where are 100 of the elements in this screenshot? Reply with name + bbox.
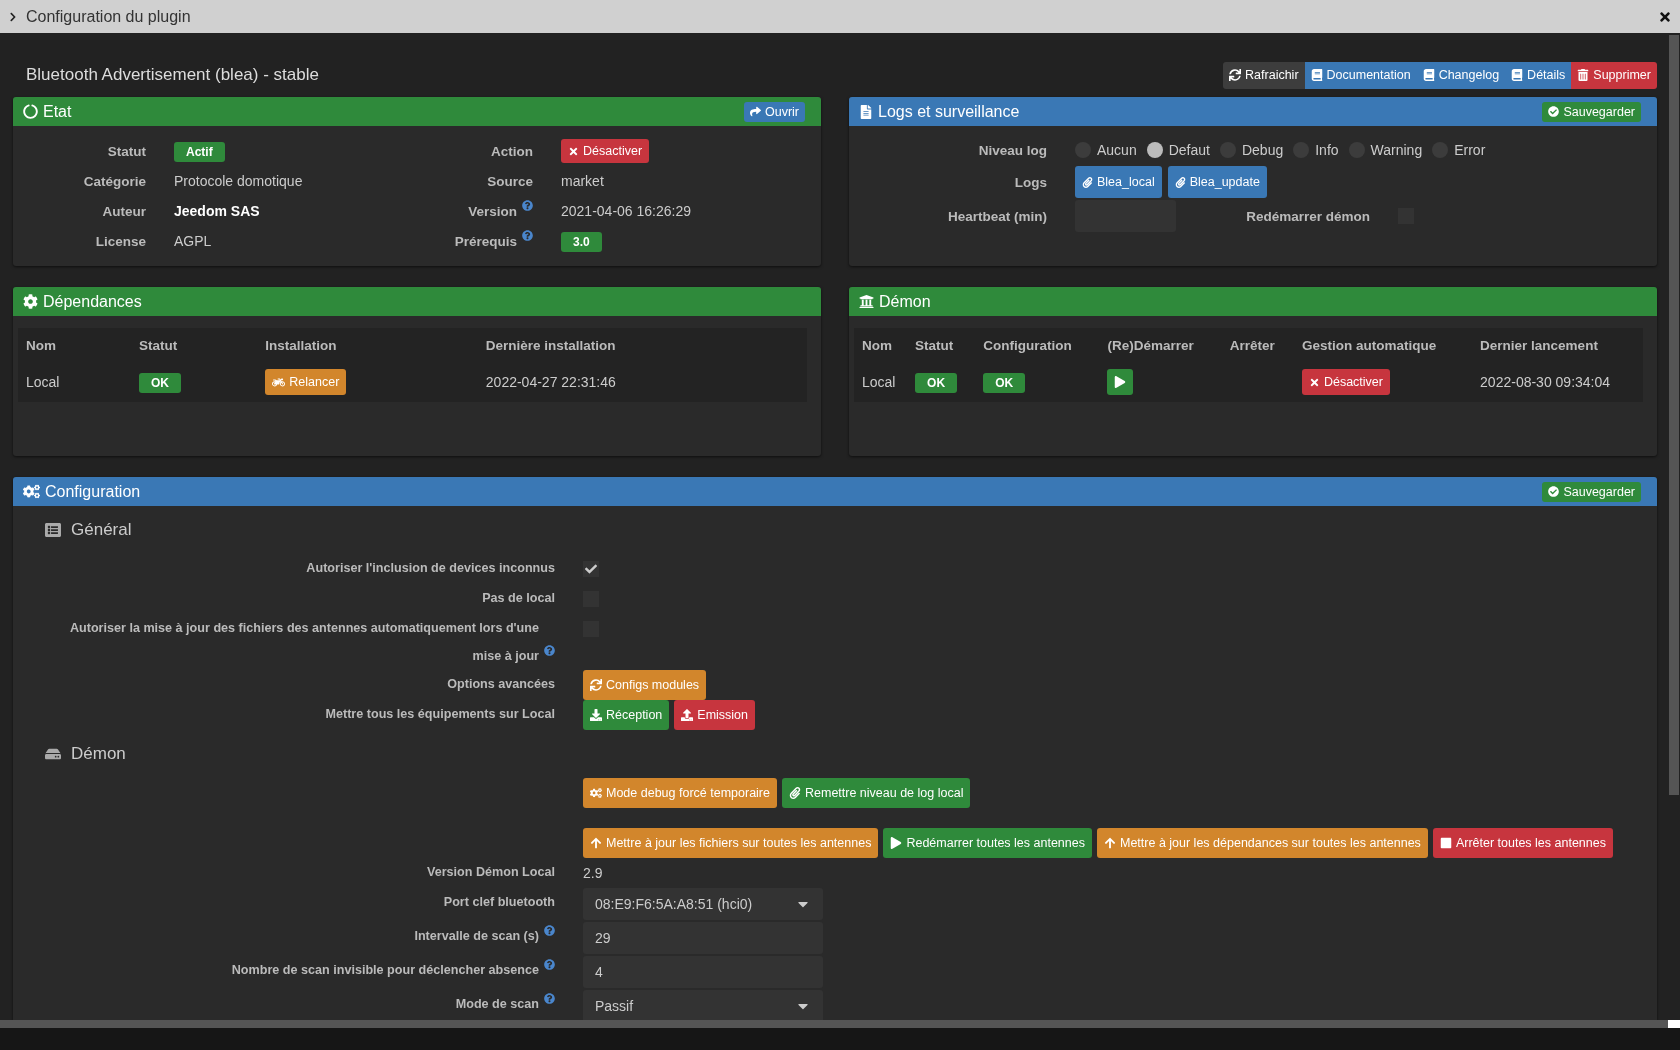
- column-header: Dernier lancement: [1480, 336, 1599, 355]
- book-icon: [1422, 69, 1435, 81]
- close-icon[interactable]: [1658, 9, 1672, 24]
- action-button[interactable]: Arrêter toutes les antennes: [1432, 828, 1613, 858]
- paperclip-icon: [1082, 176, 1093, 188]
- toolbar-button[interactable]: Détails: [1505, 61, 1572, 89]
- column-header: Nom: [18, 328, 139, 362]
- field-label: Pas de local: [482, 590, 555, 607]
- help-icon[interactable]: [522, 199, 533, 211]
- check-icon: [585, 563, 597, 575]
- stop-icon: [1439, 837, 1452, 849]
- field-label: Autoriser l'inclusion de devices inconnus: [306, 560, 555, 577]
- field-label: Action: [491, 143, 533, 159]
- gears-icon: [590, 787, 602, 799]
- field-value: market: [561, 173, 605, 189]
- download-icon: [590, 709, 602, 721]
- field-label: Prérequis: [454, 233, 517, 249]
- toolbar-button[interactable]: Supprimer: [1571, 61, 1657, 89]
- radio-label: Info: [1315, 142, 1339, 158]
- upload-icon: [681, 709, 694, 721]
- field-label: Niveau log: [977, 142, 1047, 158]
- file-icon: [859, 104, 873, 119]
- scrollbar[interactable]: [0, 1020, 1680, 1028]
- table-cell-text: 2022-08-30 09:34:04: [1480, 373, 1612, 392]
- input-field[interactable]: 29: [583, 922, 823, 954]
- field-label: Options avancées: [447, 676, 555, 693]
- panel-title: Configuration: [45, 482, 141, 501]
- drive-icon: [45, 746, 61, 762]
- field-label: Mode de scan: [455, 996, 539, 1013]
- action-button[interactable]: Configs modules: [583, 670, 707, 700]
- panel-title: Dépendances: [43, 292, 142, 311]
- paperclip-icon: [1174, 176, 1186, 188]
- radio-label: Defaut: [1168, 142, 1210, 158]
- log-button[interactable]: Blea_local: [1075, 166, 1162, 198]
- column-header: (Re)Démarrer: [1107, 328, 1230, 362]
- close-icon: [1308, 376, 1320, 388]
- play-icon: [890, 837, 903, 849]
- table-cell: Local: [18, 362, 139, 402]
- relaunch-button[interactable]: Relancer: [265, 369, 347, 395]
- save-button[interactable]: Sauvegarder: [1542, 481, 1641, 502]
- checkbox[interactable]: [583, 561, 599, 577]
- column-header: Statut: [138, 336, 179, 355]
- open-button[interactable]: Ouvrir: [743, 101, 805, 122]
- close-icon: [568, 145, 579, 157]
- field-label: Heartbeat (min): [947, 208, 1047, 224]
- window-title: Configuration du plugin: [26, 7, 192, 26]
- toolbar-button[interactable]: Rafraichir: [1223, 61, 1305, 89]
- column-header: Statut: [915, 328, 984, 362]
- help-icon[interactable]: [544, 925, 555, 936]
- action-button[interactable]: Mettre à jour les dépendances sur toutes les antennes: [1097, 828, 1428, 858]
- building-icon: [859, 294, 874, 309]
- action-button[interactable]: Redémarrer toutes les antennes: [883, 828, 1092, 858]
- radio-label: Aucun: [1097, 142, 1137, 158]
- section-title: Général: [71, 520, 132, 540]
- toolbar-button[interactable]: Changelog: [1416, 61, 1506, 89]
- column-header: Dernière installation: [485, 336, 617, 355]
- action-button[interactable]: Mode debug forcé temporaire: [583, 778, 777, 808]
- toolbar-button[interactable]: Documentation: [1304, 61, 1417, 89]
- action-button[interactable]: Mettre à jour les fichiers sur toutes les antennes: [583, 828, 879, 858]
- help-icon[interactable]: [522, 229, 533, 241]
- radio-button[interactable]: [1146, 142, 1163, 158]
- column-header: Installation: [265, 328, 486, 362]
- list-icon: [45, 522, 61, 538]
- status-badge: Actif: [174, 142, 225, 162]
- input-field[interactable]: 4: [583, 956, 823, 988]
- trash-icon: [1577, 69, 1590, 81]
- action-button[interactable]: Emission: [674, 700, 755, 730]
- panel-title: Logs et surveillance: [878, 102, 1020, 121]
- book-icon: [1310, 69, 1323, 81]
- field-value: Protocole domotique: [174, 173, 304, 189]
- panel-title: Etat: [43, 102, 72, 121]
- field-label: Redémarrer démon: [1246, 208, 1370, 224]
- help-icon[interactable]: [544, 959, 555, 970]
- status-badge: OK: [915, 373, 958, 393]
- log-button[interactable]: Blea_update: [1167, 166, 1267, 198]
- field-label: Intervalle de scan (s): [414, 928, 539, 945]
- field-value: 2021-04-06 16:26:29: [561, 203, 692, 219]
- arrow-up-icon: [590, 837, 602, 849]
- help-icon[interactable]: [544, 993, 555, 1004]
- select-field[interactable]: Passif: [583, 990, 823, 1020]
- deactivate-button[interactable]: Désactiver: [1301, 369, 1390, 395]
- radio-label: Warning: [1370, 142, 1423, 158]
- field-label: Catégorie: [83, 173, 146, 189]
- help-icon[interactable]: [544, 645, 555, 656]
- scrollbar[interactable]: [1668, 33, 1680, 1020]
- gear-icon: [23, 294, 38, 309]
- table-cell: Local: [854, 362, 916, 402]
- status-badge: OK: [138, 373, 181, 393]
- action-button[interactable]: Remettre niveau de log local: [782, 778, 971, 808]
- action-button[interactable]: Réception: [583, 700, 670, 730]
- paperclip-icon: [789, 787, 801, 799]
- radio-label: Error: [1454, 142, 1486, 158]
- deactivate-button[interactable]: Désactiver: [561, 139, 650, 163]
- chevron-icon[interactable]: [8, 11, 18, 22]
- field-value: AGPL: [174, 233, 213, 249]
- play-button[interactable]: [1107, 369, 1134, 395]
- select-field[interactable]: 08:E9:F6:5A:A8:51 (hci0): [583, 888, 823, 920]
- save-button[interactable]: Sauvegarder: [1542, 101, 1641, 122]
- field-value: Jeedom SAS: [174, 203, 261, 219]
- field-label: License: [95, 233, 146, 249]
